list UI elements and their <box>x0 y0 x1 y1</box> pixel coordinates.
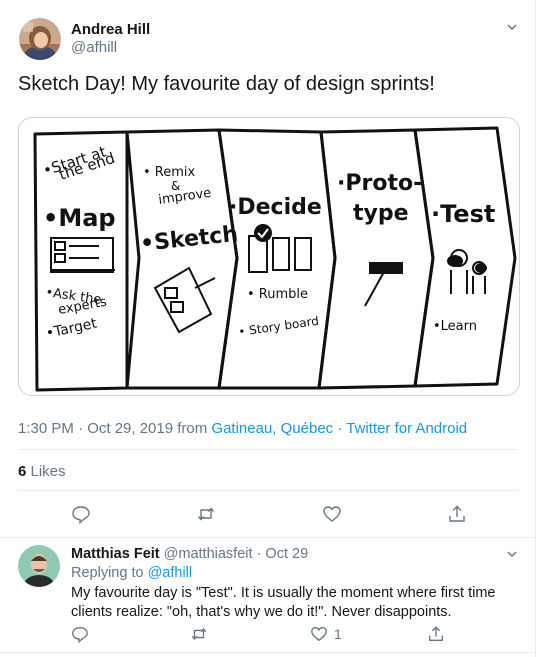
replying-label: Replying to <box>71 565 148 581</box>
tweet-media-image[interactable]: •Start at the end •Map •Ask the experts … <box>18 117 520 396</box>
tweet-text: Sketch Day! My favourite day of design s… <box>18 73 435 95</box>
chevron-down-icon[interactable] <box>505 20 519 37</box>
divider <box>0 537 536 538</box>
divider <box>18 449 518 450</box>
tweet-meta: 1:30 PM · Oct 29, 2019 from Gatineau, Qu… <box>18 420 467 437</box>
like-icon <box>323 506 341 522</box>
likes-label: Likes <box>26 463 66 480</box>
replying-to: Replying to @afhill <box>71 565 192 581</box>
reply-like-count: 1 <box>334 626 342 642</box>
divider <box>0 652 536 653</box>
reply-date[interactable]: Oct 29 <box>265 546 308 562</box>
reply-share-button[interactable] <box>422 620 450 648</box>
like-button[interactable] <box>318 500 346 528</box>
tweet-timestamp[interactable]: 1:30 PM · Oct 29, 2019 from <box>18 420 211 437</box>
share-icon <box>429 626 443 641</box>
reply-dot: · <box>252 546 266 562</box>
tweet-location[interactable]: Gatineau, Québec <box>211 420 333 437</box>
sketch-col1-line3: •Map <box>43 204 116 232</box>
sketch-col5-line2: •Learn <box>433 319 477 334</box>
sketch-col4-line1: ·Proto- <box>337 171 422 196</box>
meta-separator: · <box>333 420 347 437</box>
author-name[interactable]: Andrea Hill <box>71 21 150 38</box>
share-icon <box>449 505 465 522</box>
sketch-col3-line3: • Story board <box>237 314 319 339</box>
sketch-col5-line1: ·Test <box>431 200 495 228</box>
reply-icon <box>72 506 90 524</box>
sketch-col4-line2: type <box>353 201 409 226</box>
tweet-source[interactable]: Twitter for Android <box>346 420 467 437</box>
reply-retweet-button[interactable] <box>185 620 213 648</box>
reply-like-button[interactable] <box>305 620 333 648</box>
reply-button[interactable] <box>67 500 95 528</box>
reply-icon <box>72 627 88 643</box>
sketch-col3-line1: ·Decide <box>229 195 322 220</box>
chevron-down-icon[interactable] <box>505 547 519 564</box>
author-avatar[interactable] <box>19 18 61 60</box>
reply-author-name[interactable]: Matthias Feit <box>71 546 160 562</box>
reply-text: My favourite day is "Test". It is usuall… <box>71 585 496 620</box>
share-button[interactable] <box>443 500 471 528</box>
author-handle[interactable]: @afhill <box>71 39 117 56</box>
likes-summary[interactable]: 6 Likes <box>18 463 66 480</box>
reply-header: Matthias Feit @matthiasfeit · Oct 29 <box>71 546 308 562</box>
like-icon <box>311 627 327 642</box>
sketch-col2-line1: • Remix <box>143 165 196 180</box>
retweet-icon <box>191 627 207 641</box>
sketch-col2-line3: improve <box>157 186 212 208</box>
reply-author-avatar[interactable] <box>18 545 60 587</box>
replying-handle[interactable]: @afhill <box>148 565 193 581</box>
sketch-col3-line2: • Rumble <box>247 287 308 302</box>
sketch-col2-line4: •Sketch <box>139 222 239 257</box>
sketch-col1-line6: •Target <box>45 315 99 341</box>
divider <box>18 490 518 491</box>
reply-reply-button[interactable] <box>66 620 94 648</box>
tweet-detail-view: Andrea Hill @afhill Sketch Day! My favou… <box>0 0 536 657</box>
retweet-button[interactable] <box>192 500 220 528</box>
design-sprint-sketch: •Start at the end •Map •Ask the experts … <box>33 126 517 392</box>
reply-author-handle[interactable]: @matthiasfeit <box>164 546 253 562</box>
retweet-icon <box>197 507 215 521</box>
